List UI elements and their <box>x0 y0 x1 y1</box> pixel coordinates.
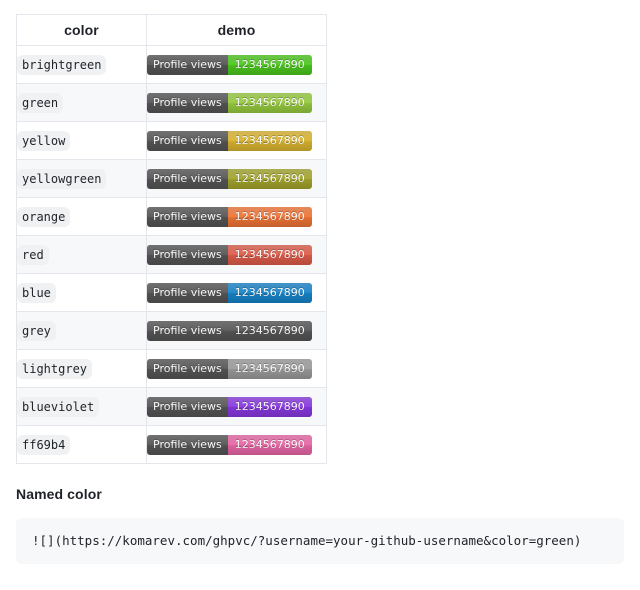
profile-views-badge: Profile views 1234567890 <box>147 168 312 189</box>
profile-views-badge: Profile views 1234567890 <box>147 282 312 303</box>
table-row: blueviolet Profile views 1234567890 <box>16 387 327 426</box>
table-row: blue Profile views 1234567890 <box>16 273 327 312</box>
table-row: red Profile views 1234567890 <box>16 235 327 274</box>
badge-value: 1234567890 <box>227 206 312 227</box>
badge-demo-cell: Profile views 1234567890 <box>146 45 327 84</box>
profile-views-badge: Profile views 1234567890 <box>147 434 312 455</box>
table-row: brightgreen Profile views 1234567890 <box>16 45 327 84</box>
color-name-code: brightgreen <box>17 54 107 75</box>
color-name-cell: blue <box>16 273 147 312</box>
color-name-code: green <box>17 92 64 113</box>
color-name-code: blueviolet <box>17 396 100 417</box>
color-name-cell: yellowgreen <box>16 159 147 198</box>
badge-label: Profile views <box>147 320 228 341</box>
color-name-cell: orange <box>16 197 147 236</box>
table-row: yellowgreen Profile views 1234567890 <box>16 159 327 198</box>
badge-value: 1234567890 <box>227 282 312 303</box>
code-block-named-color: ![](https://komarev.com/ghpvc/?username=… <box>16 518 624 565</box>
table-row: orange Profile views 1234567890 <box>16 197 327 236</box>
color-name-code: orange <box>17 206 71 227</box>
badge-demo-cell: Profile views 1234567890 <box>146 311 327 350</box>
badge-value: 1234567890 <box>227 130 312 151</box>
table-head: color demo <box>16 14 327 46</box>
badge-label: Profile views <box>147 168 228 189</box>
badge-demo-cell: Profile views 1234567890 <box>146 159 327 198</box>
table-body: brightgreen Profile views 1234567890 green P… <box>16 45 327 464</box>
color-name-cell: red <box>16 235 147 274</box>
color-name-code: yellow <box>17 130 71 151</box>
color-name-code: red <box>17 244 49 265</box>
profile-views-badge: Profile views 1234567890 <box>147 92 312 113</box>
section-heading-named-color: Named color <box>16 486 102 502</box>
table-header-row: color demo <box>16 14 327 46</box>
color-name-code: yellowgreen <box>17 168 107 189</box>
badge-label: Profile views <box>147 396 228 417</box>
color-name-code: blue <box>17 282 56 303</box>
color-name-code: lightgrey <box>17 358 93 379</box>
color-name-cell: lightgrey <box>16 349 147 388</box>
badge-label: Profile views <box>147 358 228 379</box>
badge-demo-cell: Profile views 1234567890 <box>146 197 327 236</box>
column-header-demo: demo <box>146 14 327 46</box>
color-name-code: grey <box>17 320 56 341</box>
badge-value: 1234567890 <box>227 396 312 417</box>
badge-demo-cell: Profile views 1234567890 <box>146 235 327 274</box>
badge-value: 1234567890 <box>227 54 312 75</box>
profile-views-badge: Profile views 1234567890 <box>147 130 312 151</box>
badge-label: Profile views <box>147 206 228 227</box>
table-row: yellow Profile views 1234567890 <box>16 121 327 160</box>
color-name-cell: brightgreen <box>16 45 147 84</box>
badge-label: Profile views <box>147 244 228 265</box>
table-row: grey Profile views 1234567890 <box>16 311 327 350</box>
badge-label: Profile views <box>147 282 228 303</box>
badge-label: Profile views <box>147 54 228 75</box>
badge-label: Profile views <box>147 92 228 113</box>
color-name-cell: blueviolet <box>16 387 147 426</box>
color-demo-table: color demo brightgreen Profile views 12345… <box>16 14 327 464</box>
profile-views-badge: Profile views 1234567890 <box>147 54 312 75</box>
color-name-code: ff69b4 <box>17 434 71 455</box>
color-name-cell: yellow <box>16 121 147 160</box>
color-name-cell: green <box>16 83 147 122</box>
profile-views-badge: Profile views 1234567890 <box>147 320 312 341</box>
badge-demo-cell: Profile views 1234567890 <box>146 349 327 388</box>
badge-demo-cell: Profile views 1234567890 <box>146 387 327 426</box>
table-row: green Profile views 1234567890 <box>16 83 327 122</box>
badge-label: Profile views <box>147 130 228 151</box>
badge-demo-cell: Profile views 1234567890 <box>146 273 327 312</box>
badge-value: 1234567890 <box>227 244 312 265</box>
badge-value: 1234567890 <box>227 320 312 341</box>
profile-views-badge: Profile views 1234567890 <box>147 206 312 227</box>
profile-views-badge: Profile views 1234567890 <box>147 358 312 379</box>
code-snippet: ![](https://komarev.com/ghpvc/?username=… <box>32 533 582 548</box>
table-row: lightgrey Profile views 1234567890 <box>16 349 327 388</box>
badge-value: 1234567890 <box>227 358 312 379</box>
badge-value: 1234567890 <box>227 92 312 113</box>
badge-label: Profile views <box>147 434 228 455</box>
column-header-color: color <box>16 14 147 46</box>
badge-demo-cell: Profile views 1234567890 <box>146 121 327 160</box>
color-name-cell: ff69b4 <box>16 425 147 464</box>
table-row: ff69b4 Profile views 1234567890 <box>16 425 327 464</box>
badge-value: 1234567890 <box>227 434 312 455</box>
badge-value: 1234567890 <box>227 168 312 189</box>
badge-demo-cell: Profile views 1234567890 <box>146 425 327 464</box>
profile-views-badge: Profile views 1234567890 <box>147 396 312 417</box>
markdown-page: color demo brightgreen Profile views 12345… <box>0 0 640 590</box>
badge-demo-cell: Profile views 1234567890 <box>146 83 327 122</box>
profile-views-badge: Profile views 1234567890 <box>147 244 312 265</box>
color-name-cell: grey <box>16 311 147 350</box>
